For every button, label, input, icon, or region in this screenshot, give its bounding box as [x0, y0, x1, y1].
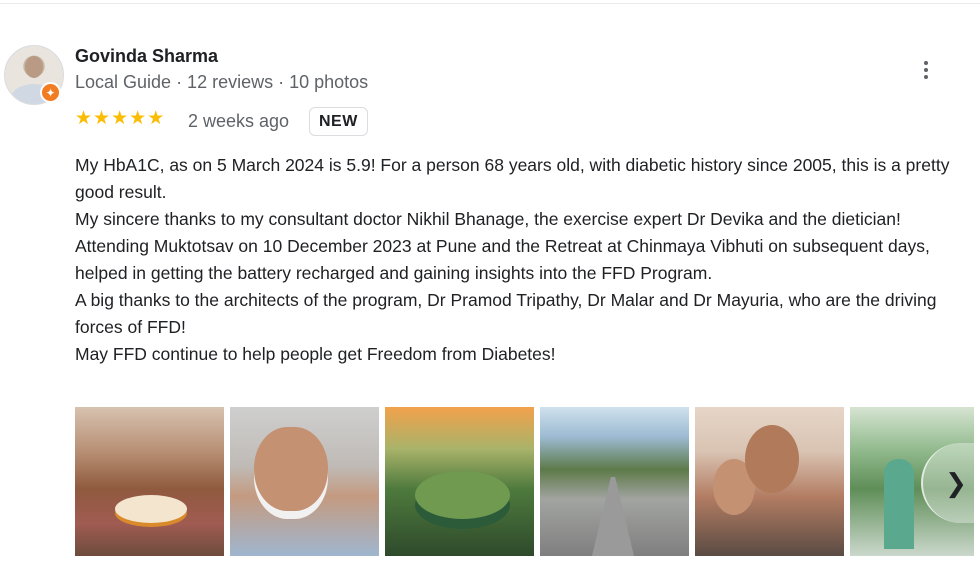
review-photo[interactable] [385, 407, 534, 556]
review-photo[interactable] [75, 407, 224, 556]
review-photo[interactable] [540, 407, 689, 556]
review-paragraph: My HbA1C, as on 5 March 2024 is 5.9! For… [75, 155, 955, 202]
avatar-head [25, 56, 43, 78]
reviewer-meta: Local Guide · 12 reviews · 10 photos [75, 72, 369, 92]
photo-strip [75, 407, 974, 556]
review-paragraph: My sincere thanks to my consultant docto… [75, 209, 901, 229]
star-icon: ★ [111, 108, 129, 129]
new-badge: NEW [309, 107, 368, 136]
review-text: My HbA1C, as on 5 March 2024 is 5.9! For… [75, 152, 975, 368]
star-rating: ★ ★ ★ ★ ★ [75, 108, 164, 130]
review-date: 2 weeks ago [188, 111, 290, 131]
review-paragraph: A big thanks to the architects of the pr… [75, 290, 942, 337]
star-icon: ★ [129, 108, 147, 129]
star-icon: ★ [147, 108, 165, 129]
review-photo[interactable] [230, 407, 379, 556]
review-paragraph: Attending Muktotsav on 10 December 2023 … [75, 236, 940, 283]
review-paragraph: May FFD continue to help people get Free… [75, 344, 556, 364]
kebab-dot [924, 68, 928, 72]
more-options-icon[interactable] [912, 56, 940, 84]
reviewer-name[interactable]: Govinda Sharma [75, 46, 218, 67]
kebab-dot [924, 75, 928, 79]
star-icon: ★ [93, 108, 111, 129]
top-divider [0, 3, 980, 4]
star-icon: ★ [75, 108, 93, 129]
local-guide-badge-icon: ✦ [40, 82, 61, 103]
review-photo[interactable] [695, 407, 844, 556]
kebab-dot [924, 61, 928, 65]
chevron-right-icon: ❯ [945, 468, 967, 498]
